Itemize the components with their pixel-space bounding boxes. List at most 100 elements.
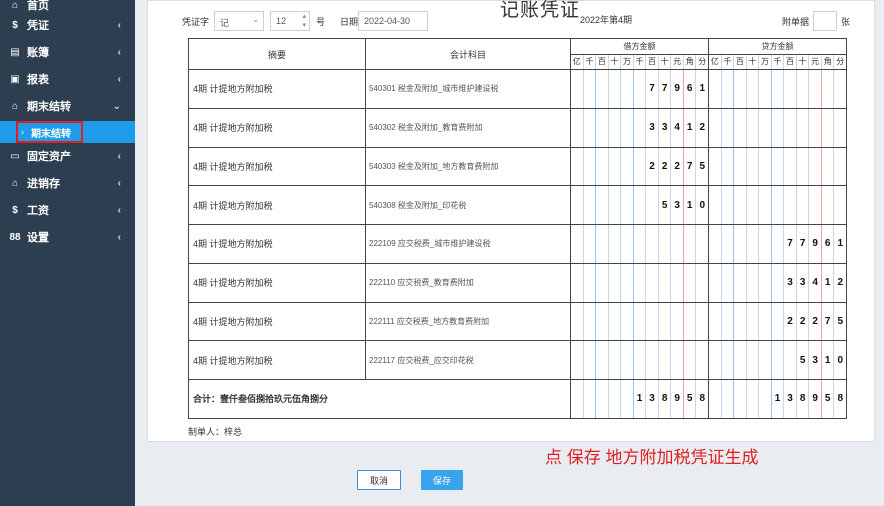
amount-digit: 0	[837, 354, 844, 366]
entry-credit-cell[interactable]	[708, 185, 847, 225]
amount-digit: 9	[809, 380, 822, 418]
amount-digit	[646, 186, 659, 224]
amount-digit: 2	[797, 302, 810, 341]
entry-debit-cell[interactable]: 33412	[570, 107, 709, 148]
amount-digit	[722, 341, 735, 379]
amount-digit	[584, 341, 597, 379]
voucher-table: 摘要 会计科目 借方金额 亿千百十万千百十元角分 贷方金额 亿千百十万千百十元角…	[188, 38, 847, 419]
amount-digit	[747, 225, 760, 263]
voucher-entry-row[interactable]: 4期 计提地方附加税 540303 税金及附加_地方教育费附加 2 2 2 7 5	[188, 146, 847, 187]
entry-debit-cell[interactable]	[570, 301, 709, 342]
entry-account[interactable]: 222109 应交税费_城市维护建设税	[365, 224, 571, 264]
sidebar-subitem-period-closing[interactable]: › 期末结转	[0, 121, 135, 143]
digit-unit-label: 十	[747, 55, 760, 69]
amount-digit: 5	[699, 160, 706, 172]
entry-debit-cell[interactable]	[570, 340, 709, 380]
amount-digit	[571, 147, 584, 186]
entry-debit-cell[interactable]: 5310	[570, 185, 709, 225]
entry-debit-digits	[571, 341, 708, 379]
amount-digit	[696, 341, 708, 379]
entry-debit-cell[interactable]	[570, 262, 709, 303]
voucher-entry-row[interactable]: 4期 计提地方附加税 222111 应交税费_地方教育费附加 2 2 2 7 5	[188, 301, 847, 342]
entry-account[interactable]: 540302 税金及附加_教育费附加	[365, 107, 571, 148]
amount-digit	[596, 147, 609, 186]
entry-credit-digits	[709, 186, 846, 224]
inventory-icon: ⌂	[11, 177, 19, 189]
sidebar-item-2[interactable]: ▤ 账簿 ‹	[0, 41, 135, 63]
entry-summary[interactable]: 4期 计提地方附加税	[188, 224, 366, 264]
amount-digit	[571, 302, 584, 341]
amount-digit	[784, 70, 797, 108]
entry-summary[interactable]: 4期 计提地方附加税	[188, 340, 366, 380]
amount-digit	[596, 380, 609, 418]
amount-digit	[584, 302, 597, 341]
entry-credit-cell[interactable]	[708, 107, 847, 148]
voucher-word-select[interactable]: 记 ⌄	[214, 11, 264, 31]
amount-digit: 1	[837, 238, 844, 250]
voucher-number-input[interactable]: 12 ▴ ▾	[270, 11, 310, 31]
sidebar-item-label: 设置	[27, 232, 49, 244]
col-debit-header: 借方金额 亿千百十万千百十元角分	[570, 38, 709, 70]
entry-summary[interactable]: 4期 计提地方附加税	[188, 301, 366, 342]
amount-digit	[834, 148, 846, 186]
entry-credit-cell[interactable]: 77961	[708, 224, 847, 264]
entry-account[interactable]: 540301 税金及附加_城市维护建设税	[365, 69, 571, 109]
entry-account[interactable]: 222111 应交税费_地方教育费附加	[365, 301, 571, 342]
sidebar-item-3[interactable]: ▣ 报表 ‹	[0, 68, 135, 90]
voucher-entry-row[interactable]: 4期 计提地方附加税 540302 税金及附加_教育费附加 3 3 4 1 2	[188, 107, 847, 148]
attach-label: 附单据	[782, 17, 810, 27]
amount-digit	[634, 108, 647, 147]
amount-digit	[797, 70, 810, 108]
entry-summary[interactable]: 4期 计提地方附加税	[188, 107, 366, 148]
entry-credit-cell[interactable]: 33412	[708, 262, 847, 303]
amount-digit: 6	[822, 225, 835, 263]
entry-summary[interactable]: 4期 计提地方附加税	[188, 185, 366, 225]
voucher-entry-row[interactable]: 4期 计提地方附加税 222109 应交税费_城市维护建设税 7 7 9 6 1	[188, 224, 847, 264]
entry-account[interactable]: 540303 税金及附加_地方教育费附加	[365, 146, 571, 187]
digit-unit-label: 百	[646, 55, 659, 69]
entry-summary[interactable]: 4期 计提地方附加税	[188, 69, 366, 109]
amount-digit	[609, 225, 622, 263]
voucher-date-input[interactable]: 2022-04-30	[358, 11, 428, 31]
sidebar-item-8[interactable]: 88 设置 ‹	[0, 226, 135, 248]
sidebar-item-1[interactable]: $ 凭证 ‹	[0, 14, 135, 36]
entry-credit-digits: 77961	[709, 225, 846, 263]
amount-digit	[772, 186, 785, 224]
sidebar-item-label: 凭证	[27, 20, 49, 32]
voucher-entry-row[interactable]: 4期 计提地方附加税 540308 税金及附加_印花税 5 3 1 0	[188, 185, 847, 225]
save-button[interactable]: 保存	[421, 470, 463, 490]
entry-account[interactable]: 540308 税金及附加_印花税	[365, 185, 571, 225]
entry-credit-digits	[709, 70, 846, 108]
entry-debit-cell[interactable]: 77961	[570, 69, 709, 109]
entry-credit-cell[interactable]	[708, 69, 847, 109]
entry-summary[interactable]: 4期 计提地方附加税	[188, 262, 366, 303]
sidebar-item-7[interactable]: $ 工资 ‹	[0, 199, 135, 221]
amount-digit: 4	[809, 263, 822, 302]
stepper-icon[interactable]: ▴ ▾	[302, 12, 306, 30]
entry-debit-cell[interactable]: 22275	[570, 146, 709, 187]
entry-credit-cell[interactable]: 5310	[708, 340, 847, 380]
entry-account[interactable]: 222110 应交税费_教育费附加	[365, 262, 571, 303]
entry-credit-cell[interactable]: 22275	[708, 301, 847, 342]
total-credit-cell: 138958	[708, 379, 847, 419]
entry-account[interactable]: 222117 应交税费_应交印花税	[365, 340, 571, 380]
amount-digit	[671, 341, 684, 379]
entry-debit-cell[interactable]	[570, 224, 709, 264]
voucher-entry-row[interactable]: 4期 计提地方附加税 222110 应交税费_教育费附加 3 3 4 1 2	[188, 262, 847, 303]
yuan-icon: $	[12, 19, 18, 31]
sidebar-item-5[interactable]: ▭ 固定资产 ‹	[0, 145, 135, 167]
amount-digit	[609, 70, 622, 108]
entry-debit-digits: 77961	[571, 70, 708, 108]
amount-digit	[696, 264, 708, 302]
entry-summary[interactable]: 4期 计提地方附加税	[188, 146, 366, 187]
sidebar-item-4[interactable]: ⌂ 期末结转 ⌄	[0, 95, 135, 117]
amount-digit	[609, 108, 622, 147]
voucher-entry-row[interactable]: 4期 计提地方附加税 540301 税金及附加_城市维护建设税 7 7 9 6 1	[188, 69, 847, 109]
voucher-entry-row[interactable]: 4期 计提地方附加税 222117 应交税费_应交印花税 5 3 1 0	[188, 340, 847, 380]
entry-credit-cell[interactable]	[708, 146, 847, 187]
attach-count-input[interactable]	[813, 11, 837, 31]
amount-digit	[759, 147, 772, 186]
sidebar-item-6[interactable]: ⌂ 进销存 ‹	[0, 172, 135, 194]
amount-digit: 7	[797, 225, 810, 263]
cancel-button[interactable]: 取消	[357, 470, 401, 490]
